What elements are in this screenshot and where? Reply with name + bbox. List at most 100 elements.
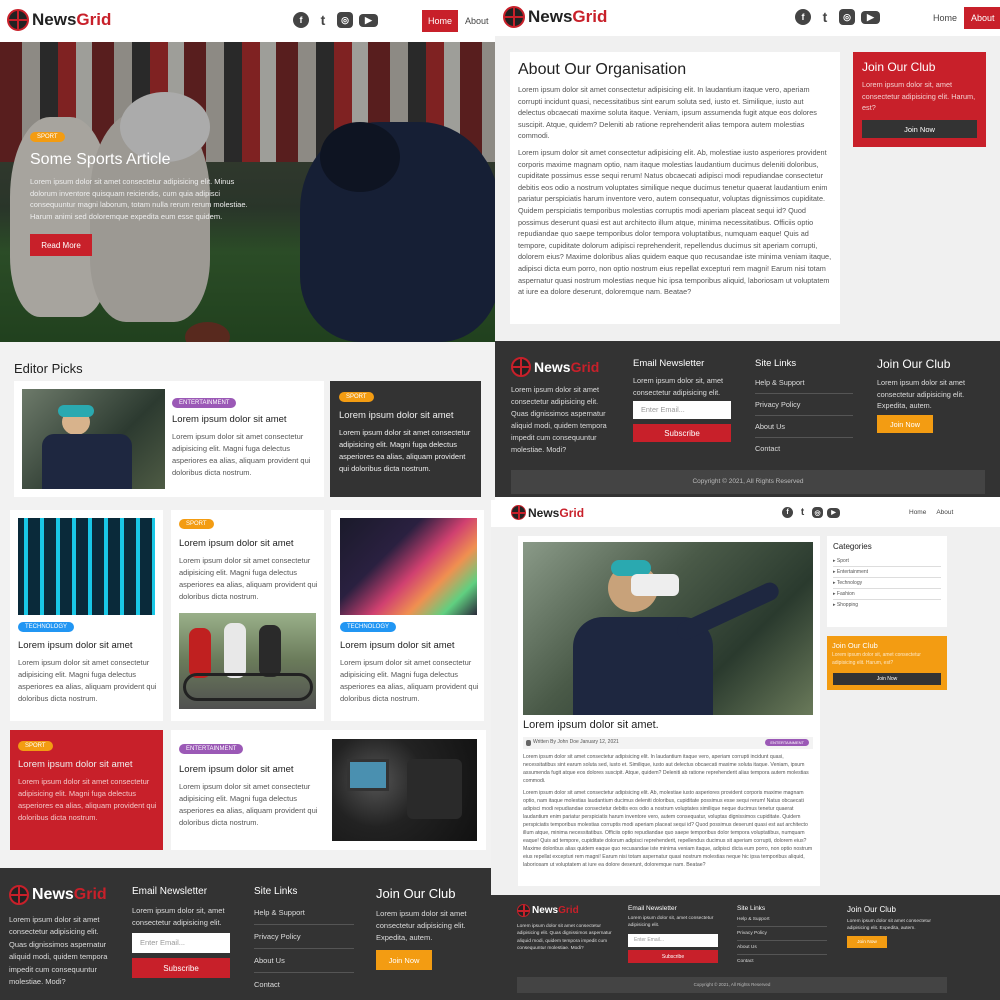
read-more-button[interactable]: Read More xyxy=(30,234,92,256)
editor-card[interactable]: Sport Lorem ipsum dolor sit amet Lorem i… xyxy=(171,510,324,721)
card-badge[interactable]: Technology xyxy=(18,622,75,632)
join-now-button[interactable]: Join Now xyxy=(833,673,941,685)
card-text: Lorem ipsum dolor sit amet consectetur a… xyxy=(179,782,318,827)
newsletter-title: Email Newsletter xyxy=(132,886,208,897)
card-badge[interactable]: Entertainment xyxy=(172,398,237,408)
nav-about[interactable]: About xyxy=(964,7,1000,29)
editor-card[interactable]: Entertainment Lorem ipsum dolor sit amet… xyxy=(171,730,486,850)
subscribe-button[interactable]: Subscribe xyxy=(132,958,230,978)
article-paragraph: Lorem ipsum dolor sit amet consectetur a… xyxy=(523,790,813,868)
nav-about[interactable]: About xyxy=(931,506,958,519)
card-badge[interactable]: Technology xyxy=(340,622,397,632)
join-now-button[interactable]: Join Now xyxy=(376,950,432,970)
editor-card[interactable]: Technology Lorem ipsum dolor sit amet Lo… xyxy=(331,510,484,721)
category-item[interactable]: ▸ Shopping xyxy=(833,600,941,610)
footer-link[interactable]: Help & Support xyxy=(755,374,853,394)
category-item[interactable]: ▸ Sport xyxy=(833,556,941,567)
category-item[interactable]: ▸ Technology xyxy=(833,578,941,589)
youtube-icon[interactable]: ▶ xyxy=(359,13,378,27)
footer-link[interactable]: Contact xyxy=(755,438,853,459)
nav-about[interactable]: About xyxy=(458,10,496,32)
instagram-icon[interactable]: ◎ xyxy=(839,9,855,25)
article-badge[interactable]: Entertainment xyxy=(765,739,809,746)
globe-icon xyxy=(9,885,29,905)
newsletter-title: Email Newsletter xyxy=(633,358,705,369)
facebook-icon[interactable]: f xyxy=(293,12,309,28)
footer-logo[interactable]: News Grid xyxy=(9,885,107,905)
card-badge[interactable]: Sport xyxy=(339,392,374,402)
footer-link[interactable]: Privacy Policy xyxy=(254,925,354,949)
footer-link[interactable]: Contact xyxy=(737,955,827,968)
card-title[interactable]: Lorem ipsum dolor sit amet xyxy=(18,759,158,770)
logo[interactable]: News Grid xyxy=(511,505,584,520)
logo-news-text: News xyxy=(32,886,74,903)
main-nav: Home About xyxy=(926,7,1000,29)
editor-card[interactable]: Entertainment Lorem ipsum dolor sit amet… xyxy=(14,381,324,497)
card-title[interactable]: Lorem ipsum dolor sit amet xyxy=(18,640,158,651)
footer-logo[interactable]: News Grid xyxy=(517,904,579,917)
footer-about-text: Lorem ipsum dolor sit amet consectetur a… xyxy=(9,915,108,987)
join-now-button[interactable]: Join Now xyxy=(877,415,933,433)
card-title[interactable]: Lorem ipsum dolor sit amet xyxy=(179,764,324,775)
email-field[interactable]: Enter Email... xyxy=(633,401,731,419)
nav-home[interactable]: Home xyxy=(422,10,459,32)
instagram-icon[interactable]: ◎ xyxy=(812,507,823,518)
card-title[interactable]: Lorem ipsum dolor sit amet xyxy=(179,538,319,549)
category-item[interactable]: ▸ Entertainment xyxy=(833,567,941,578)
subscribe-button[interactable]: Subscribe xyxy=(633,424,731,442)
card-badge[interactable]: Entertainment xyxy=(179,744,244,754)
card-text: Lorem ipsum dolor sit amet consectetur a… xyxy=(339,428,471,473)
card-badge[interactable]: Sport xyxy=(18,741,53,751)
article-content: Lorem ipsum dolor sit amet. Written By J… xyxy=(518,536,820,886)
logo-grid-text: Grid xyxy=(559,505,585,520)
email-field[interactable]: Enter Email... xyxy=(132,933,230,953)
subscribe-button[interactable]: Subscribe xyxy=(628,950,718,963)
card-title[interactable]: Lorem ipsum dolor sit amet xyxy=(172,414,318,425)
club-title: Join Our Club xyxy=(877,357,951,371)
footer-link[interactable]: Help & Support xyxy=(254,904,354,925)
twitter-icon[interactable]: t xyxy=(315,12,331,28)
join-now-button[interactable]: Join Now xyxy=(862,120,977,138)
logo[interactable]: News Grid xyxy=(503,6,607,28)
twitter-icon[interactable]: t xyxy=(797,507,808,518)
site-links-title: Site Links xyxy=(755,358,797,369)
about-page: News Grid f t ◎ ▶ Home About About Our Or… xyxy=(495,0,1000,497)
globe-icon xyxy=(511,505,526,520)
footer-link[interactable]: Help & Support xyxy=(737,914,827,927)
facebook-icon[interactable]: f xyxy=(782,507,793,518)
card-title[interactable]: Lorem ipsum dolor sit amet xyxy=(340,640,480,651)
footer-link[interactable]: About Us xyxy=(254,949,354,973)
article-meta: Written By John Doe January 12, 2021 Ent… xyxy=(523,737,813,749)
youtube-icon[interactable]: ▶ xyxy=(827,507,840,518)
hero-badge[interactable]: Sport xyxy=(30,132,65,142)
about-paragraph: Lorem ipsum dolor sit amet consectetur a… xyxy=(518,147,832,297)
logo[interactable]: News Grid xyxy=(7,9,111,31)
editor-card[interactable]: Technology Lorem ipsum dolor sit amet Lo… xyxy=(10,510,163,721)
editor-card[interactable]: Sport Lorem ipsum dolor sit amet Lorem i… xyxy=(10,730,163,850)
footer-logo[interactable]: News Grid xyxy=(511,357,599,377)
twitter-icon[interactable]: t xyxy=(817,9,833,25)
footer-link[interactable]: Privacy Policy xyxy=(737,927,827,941)
card-text: Lorem ipsum dolor sit amet consectetur a… xyxy=(18,777,157,822)
facebook-icon[interactable]: f xyxy=(795,9,811,25)
editor-card[interactable]: Sport Lorem ipsum dolor sit amet Lorem i… xyxy=(330,381,481,497)
footer-link[interactable]: Privacy Policy xyxy=(755,394,853,416)
home-footer: News Grid Lorem ipsum dolor sit amet cons… xyxy=(0,868,495,1000)
card-badge[interactable]: Sport xyxy=(179,519,214,529)
home-page: News Grid f t ◎ ▶ Home About Sport Some S… xyxy=(0,0,495,1000)
article-page: News Grid f t ◎ ▶ Home About Lorem ipsum … xyxy=(491,500,1000,1000)
instagram-icon[interactable]: ◎ xyxy=(337,12,353,28)
site-links-title: Site Links xyxy=(737,905,766,912)
join-now-button[interactable]: Join Now xyxy=(847,936,887,948)
youtube-icon[interactable]: ▶ xyxy=(861,10,880,24)
main-nav: Home About xyxy=(422,10,496,32)
nav-home[interactable]: Home xyxy=(904,506,931,519)
footer-link[interactable]: Contact xyxy=(254,973,354,996)
nav-home[interactable]: Home xyxy=(926,7,964,29)
main-nav: Home About xyxy=(904,506,958,519)
card-title[interactable]: Lorem ipsum dolor sit amet xyxy=(339,410,475,421)
email-field[interactable]: Enter Email... xyxy=(628,934,718,947)
footer-link[interactable]: About Us xyxy=(755,416,853,438)
footer-link[interactable]: About Us xyxy=(737,941,827,955)
category-item[interactable]: ▸ Fashion xyxy=(833,589,941,600)
